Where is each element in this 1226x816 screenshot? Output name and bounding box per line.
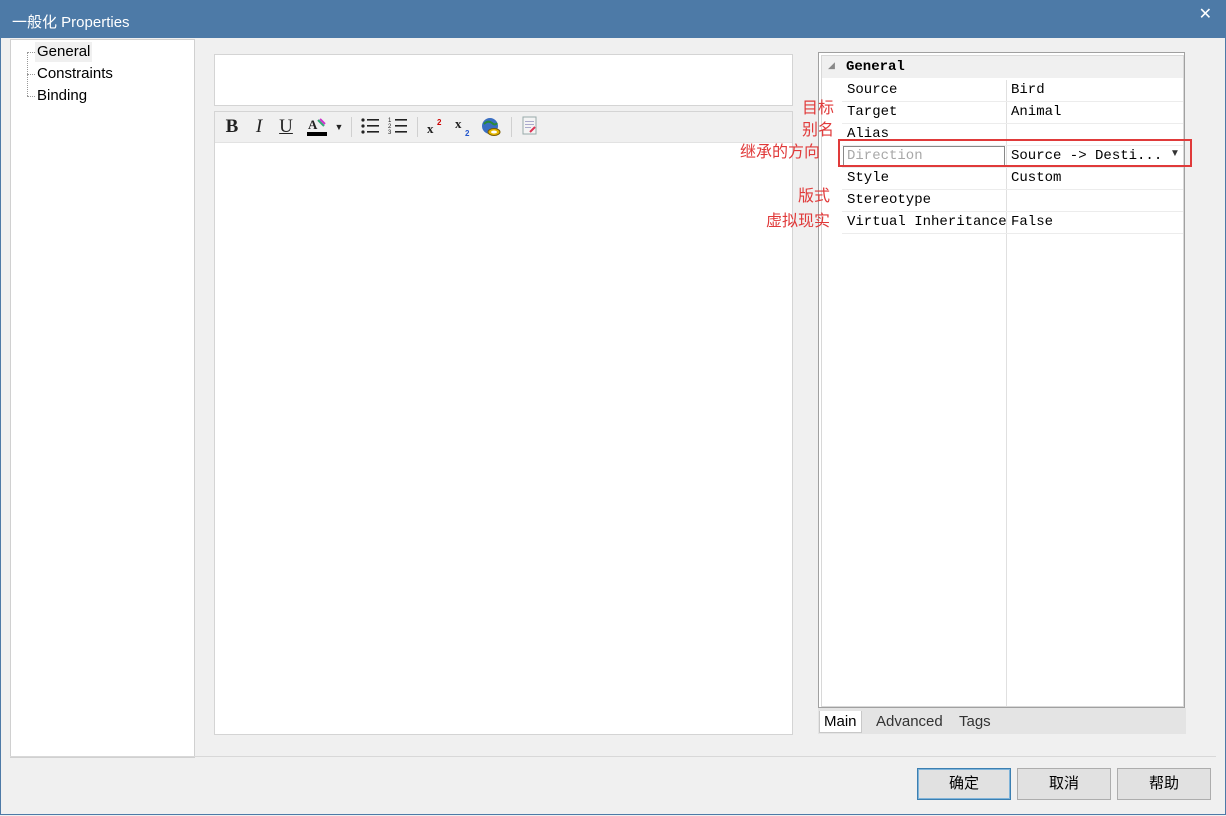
property-name: Style [847,170,890,186]
toolbar-separator [511,117,512,137]
toolbar-separator [417,117,418,137]
property-row-stereotype[interactable]: Stereotype [842,189,1183,212]
name-input[interactable] [214,54,793,106]
superscript-icon[interactable]: x 2 [425,116,447,138]
nav-tree: General Constraints Binding [10,39,195,758]
annotation-alias: 别名 [802,122,835,139]
help-button[interactable]: 帮助 [1117,768,1211,800]
annotation-target: 目标 [802,100,835,117]
property-name: Alias [847,126,890,142]
title-bar: 一般化 Properties ✕ [0,0,1226,38]
editor-toolbar: B I U A ▼ 1 2 3 x 2 x 2 [215,112,792,143]
tree-connector [27,52,35,53]
document-icon[interactable] [519,116,541,138]
tab-main[interactable]: Main [819,711,862,733]
annotation-stereotype: 版式 [798,188,831,205]
footer-divider [10,756,1216,757]
collapse-triangle-icon[interactable]: ◢ [828,60,835,71]
svg-text:2: 2 [465,129,470,138]
svg-text:A: A [308,117,318,132]
toolbar-separator [351,117,352,137]
tree-connector [27,74,35,75]
property-tabs: Main Advanced Tags [818,708,1186,734]
property-row-source[interactable]: Source Bird [842,79,1183,102]
dropdown-arrow-icon[interactable]: ▼ [333,116,345,138]
property-name: Stereotype [847,192,932,208]
property-value[interactable]: Custom [1011,170,1061,186]
svg-text:x: x [455,116,462,131]
italic-icon[interactable]: I [251,116,267,138]
underline-icon[interactable]: U [277,116,295,138]
subscript-icon[interactable]: x 2 [453,116,475,138]
section-header-general[interactable]: ◢ General [822,56,1183,78]
tree-item-general[interactable]: General [35,42,93,62]
tree-item-binding[interactable]: Binding [35,86,89,106]
tab-tags[interactable]: Tags [955,711,995,732]
property-name: Target [847,104,898,120]
direction-dropdown[interactable]: Source -> Desti... [1011,148,1162,164]
property-value[interactable]: Bird [1011,82,1045,98]
annotation-virtual: 虚拟现实 [766,213,831,230]
tab-advanced[interactable]: Advanced [872,711,947,732]
bold-icon[interactable]: B [223,116,241,138]
ok-button[interactable]: 确定 [917,768,1011,800]
property-row-style[interactable]: Style Custom [842,167,1183,190]
property-grid: ◢ General Source Bird Target Animal Alia… [818,52,1185,708]
property-row-target[interactable]: Target Animal [842,101,1183,124]
property-name: Direction [847,148,923,164]
property-value[interactable]: Animal [1011,104,1061,120]
numbered-list-icon[interactable]: 1 2 3 [387,116,409,138]
property-grid-body: ◢ General Source Bird Target Animal Alia… [821,55,1184,707]
svg-text:2: 2 [437,118,442,127]
property-name: Source [847,82,898,98]
bullet-list-icon[interactable] [359,116,381,138]
dropdown-arrow-icon[interactable]: ▼ [1170,148,1180,159]
hyperlink-icon[interactable] [479,116,503,138]
annotation-direction: 继承的方向 [740,144,821,161]
notes-editor[interactable]: B I U A ▼ 1 2 3 x 2 x 2 [214,111,793,735]
svg-text:3: 3 [388,130,392,136]
property-name: Virtual Inheritance [847,214,1007,230]
font-color-icon[interactable]: A [305,116,329,138]
window-title: 一般化 Properties [12,14,130,31]
cancel-button[interactable]: 取消 [1017,768,1111,800]
property-row-direction[interactable]: Direction Source -> Desti... ▼ [842,145,1183,168]
property-row-virtual-inheritance[interactable]: Virtual Inheritance False [842,211,1183,234]
section-label: General [846,59,905,75]
tree-item-constraints[interactable]: Constraints [35,64,115,84]
svg-text:x: x [427,121,434,136]
property-row-alias[interactable]: Alias [842,123,1183,146]
tree-connector [27,96,35,97]
property-value[interactable]: False [1011,214,1053,230]
close-icon[interactable]: ✕ [1199,5,1212,25]
